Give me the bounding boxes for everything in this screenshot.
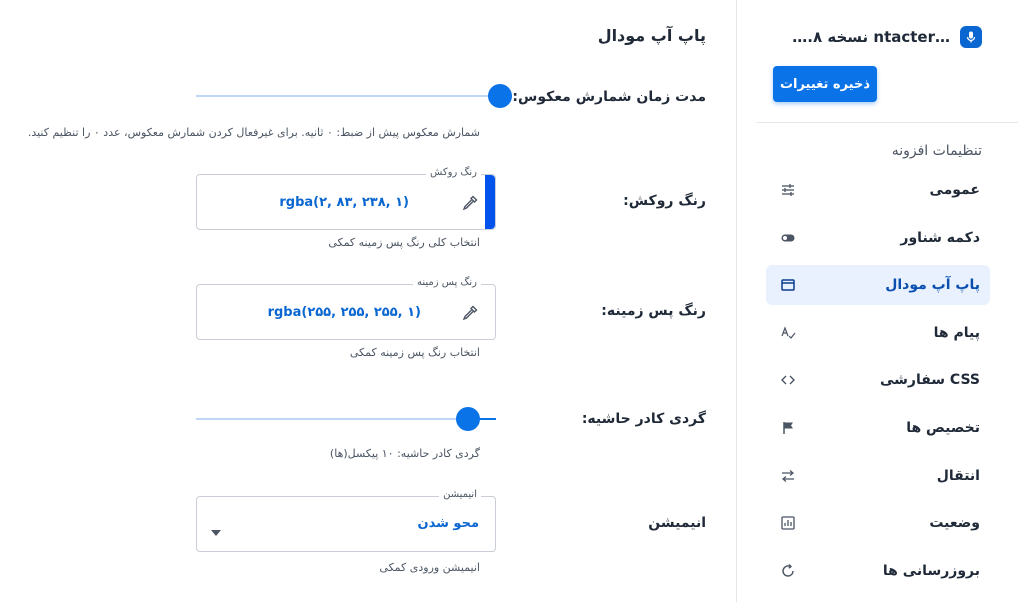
- countdown-help: شمارش معکوس پیش از ضبط: ۰ ثانیه. برای غی…: [27, 126, 480, 139]
- brand-title: …ntacter نسخه ۸.…: [792, 28, 950, 46]
- brand: …ntacter نسخه ۸.…: [762, 26, 982, 48]
- sidebar-section-heading: تنظیمات افزونه: [891, 143, 982, 159]
- slider-track: [196, 95, 512, 97]
- animation-selected-value: محو شدن: [417, 516, 479, 531]
- sidebar-item-popup-modal[interactable]: پاپ آپ مودال: [766, 265, 990, 306]
- sidebar: …ntacter نسخه ۸.… ذخیره تغییرات تنظیمات …: [736, 0, 1028, 602]
- border-radius-help: گردی کادر حاشیه: ۱۰ پیکسل(ها): [329, 447, 480, 460]
- save-changes-button[interactable]: ذخیره تغییرات: [773, 66, 877, 102]
- window-icon: [780, 277, 796, 293]
- sidebar-item-general[interactable]: عمومی: [766, 170, 990, 210]
- sidebar-item-label: CSS سفارشی: [879, 372, 980, 389]
- slider-track: [196, 418, 496, 420]
- sidebar-divider: [756, 122, 1018, 123]
- sidebar-item-label: بروزرسانی ها: [882, 562, 980, 579]
- microphone-icon: [960, 26, 982, 48]
- accent-color-swatch: [485, 175, 495, 229]
- chevron-down-icon[interactable]: [211, 521, 221, 540]
- background-color-field[interactable]: رنگ پس زمینه rgba(۲۵۵, ۲۵۵, ۲۵۵, ۱): [196, 277, 496, 340]
- animation-label: انیمیشن: [648, 515, 706, 531]
- transfer-icon: [780, 468, 796, 484]
- toggle-icon: [780, 230, 796, 246]
- sidebar-item-floating-button[interactable]: دکمه شناور: [766, 218, 990, 258]
- settings-panel: پاپ آپ مودال مدت زمان شمارش معکوس: شمارش…: [0, 0, 736, 602]
- background-color-label: رنگ پس زمینه:: [601, 303, 706, 319]
- animation-select[interactable]: انیمیشن محو شدن: [196, 489, 496, 552]
- sidebar-item-status[interactable]: وضعیت: [766, 503, 990, 543]
- flag-icon: [780, 420, 796, 436]
- field-legend: انیمیشن: [439, 489, 481, 500]
- accent-color-label: رنگ روکش:: [623, 193, 706, 209]
- border-radius-slider[interactable]: [196, 407, 496, 431]
- countdown-slider[interactable]: [196, 84, 512, 108]
- field-legend: رنگ پس زمینه: [412, 277, 481, 288]
- sidebar-item-label: تخصیص ها: [906, 419, 980, 436]
- background-color-help: انتخاب رنگ پس زمینه کمکی: [349, 346, 480, 359]
- eyedropper-icon[interactable]: [461, 304, 479, 322]
- text-check-icon: [780, 325, 796, 341]
- bar-chart-icon: [780, 515, 796, 531]
- countdown-label: مدت زمان شمارش معکوس:: [512, 89, 706, 105]
- sliders-icon: [780, 182, 796, 198]
- animation-help: انیمیشن ورودی کمکی: [379, 561, 480, 574]
- sidebar-item-label: دکمه شناور: [900, 229, 980, 246]
- page-title: پاپ آپ مودال: [597, 26, 706, 45]
- eyedropper-icon[interactable]: [461, 194, 479, 212]
- field-legend: رنگ روکش: [426, 167, 481, 178]
- accent-color-help: انتخاب کلی رنگ پس زمینه کمکی: [328, 236, 480, 249]
- accent-color-field[interactable]: رنگ روکش rgba(۲, ۸۳, ۲۳۸, ۱): [196, 167, 496, 230]
- code-icon: [780, 372, 796, 388]
- sidebar-item-label: وضعیت: [929, 515, 980, 532]
- sidebar-item-label: انتقال: [936, 467, 980, 484]
- border-radius-label: گردی کادر حاشیه:: [581, 411, 706, 427]
- slider-thumb[interactable]: [456, 407, 480, 431]
- sidebar-item-label: پیام ها: [933, 324, 980, 341]
- sidebar-item-label: عمومی: [929, 182, 980, 198]
- sidebar-item-updates[interactable]: بروزرسانی ها: [766, 551, 990, 591]
- refresh-icon: [780, 563, 796, 579]
- sidebar-item-transfer[interactable]: انتقال: [766, 456, 990, 496]
- sidebar-item-messages[interactable]: پیام ها: [766, 313, 990, 353]
- slider-thumb[interactable]: [488, 84, 512, 108]
- sidebar-item-label: پاپ آپ مودال: [885, 277, 980, 294]
- background-color-value: rgba(۲۵۵, ۲۵۵, ۲۵۵, ۱): [267, 305, 421, 320]
- sidebar-item-assignments[interactable]: تخصیص ها: [766, 408, 990, 448]
- accent-color-value: rgba(۲, ۸۳, ۲۳۸, ۱): [279, 195, 409, 210]
- sidebar-nav: عمومی دکمه شناور پاپ آپ مودال پیام ها CS…: [766, 170, 990, 598]
- sidebar-item-custom-css[interactable]: CSS سفارشی: [766, 360, 990, 400]
